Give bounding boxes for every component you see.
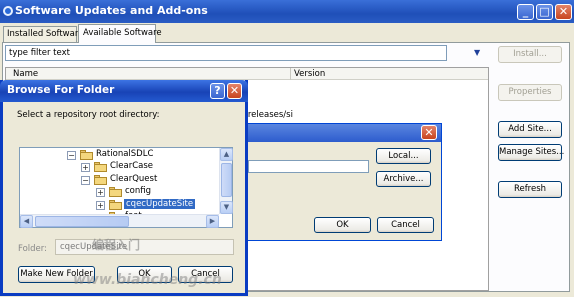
close-icon: ✕ <box>229 84 240 97</box>
watermark-url: www.biancheng.cn <box>73 272 222 288</box>
column-header-name[interactable]: Name <box>13 69 38 79</box>
folder-input[interactable]: cqecUpdateSite <box>55 239 234 255</box>
expand-icon[interactable]: + <box>96 201 105 210</box>
scroll-left-icon[interactable]: ◀ <box>20 215 33 228</box>
folder-icon <box>109 187 122 197</box>
column-divider[interactable] <box>290 68 291 80</box>
maximize-button[interactable]: □ <box>536 4 553 20</box>
scroll-up-icon[interactable]: ▲ <box>220 148 233 161</box>
expand-icon[interactable]: + <box>96 188 105 197</box>
tree-item-label: ClearCase <box>110 161 154 171</box>
folder-icon <box>94 175 107 185</box>
help-icon: ? <box>214 84 221 97</box>
folder-icon <box>94 162 107 172</box>
expand-icon[interactable]: + <box>81 163 90 172</box>
browse-dialog-title: Browse For Folder <box>7 84 115 96</box>
folder-icon <box>80 150 93 160</box>
browse-close-button[interactable]: ✕ <box>227 83 242 99</box>
folder-label: Folder: <box>18 244 47 254</box>
add-site-titlebar <box>245 124 441 142</box>
folder-icon <box>109 200 122 210</box>
scroll-right-icon[interactable]: ▶ <box>206 215 219 228</box>
tree-item-label: RationalSDLC <box>96 149 154 159</box>
minimize-icon: _ <box>522 5 529 18</box>
local-button[interactable]: Local... <box>376 148 431 164</box>
browse-prompt: Select a repository root directory: <box>17 110 160 120</box>
tree-vertical-scrollbar[interactable]: ▲ ▼ <box>219 148 233 214</box>
eclipse-app-icon <box>3 6 13 16</box>
tree-item-label-selected: cqecUpdateSite <box>124 199 196 209</box>
add-site-button[interactable]: Add Site... <box>498 121 562 138</box>
main-titlebar: Software Updates and Add-ons _ □ ✕ <box>0 0 574 23</box>
tree-item-label: config <box>125 186 152 196</box>
refresh-button[interactable]: Refresh <box>498 181 562 198</box>
close-icon: ✕ <box>424 126 434 139</box>
install-button[interactable]: Install... <box>498 46 562 63</box>
manage-sites-button[interactable]: Manage Sites... <box>498 144 564 161</box>
close-icon: ✕ <box>558 5 569 18</box>
collapse-icon[interactable]: − <box>67 151 76 160</box>
watermark-text: 编程入门 <box>92 238 141 252</box>
tab-installed-software[interactable]: Installed Software <box>3 26 83 42</box>
tab-available-software[interactable]: Available Software <box>78 24 162 43</box>
scroll-down-icon[interactable]: ▼ <box>220 201 233 214</box>
add-site-cancel-button[interactable]: Cancel <box>377 217 434 233</box>
help-button[interactable]: ? <box>210 83 225 99</box>
column-header-version[interactable]: Version <box>294 69 325 79</box>
tree-horizontal-scrollbar[interactable]: ◀ ▶ <box>20 214 219 228</box>
tree-item-label: ClearQuest <box>110 174 158 184</box>
archive-button[interactable]: Archive... <box>376 171 431 187</box>
minimize-button[interactable]: _ <box>517 4 534 20</box>
close-button[interactable]: ✕ <box>555 4 572 20</box>
add-site-location-field[interactable] <box>248 160 369 173</box>
vertical-scroll-thumb[interactable] <box>221 163 232 197</box>
add-site-ok-button[interactable]: OK <box>314 217 371 233</box>
collapse-icon[interactable]: − <box>81 176 90 185</box>
table-header <box>6 68 488 80</box>
maximize-icon: □ <box>539 5 550 18</box>
site-url-text: /releases/si <box>245 110 293 120</box>
properties-button[interactable]: Properties <box>498 84 562 101</box>
window-title: Software Updates and Add-ons <box>15 4 208 17</box>
horizontal-scroll-thumb[interactable] <box>35 216 129 227</box>
add-site-close-button[interactable]: ✕ <box>421 125 437 140</box>
filter-input[interactable] <box>5 45 447 61</box>
filter-dropdown-icon[interactable]: ▼ <box>474 48 486 58</box>
